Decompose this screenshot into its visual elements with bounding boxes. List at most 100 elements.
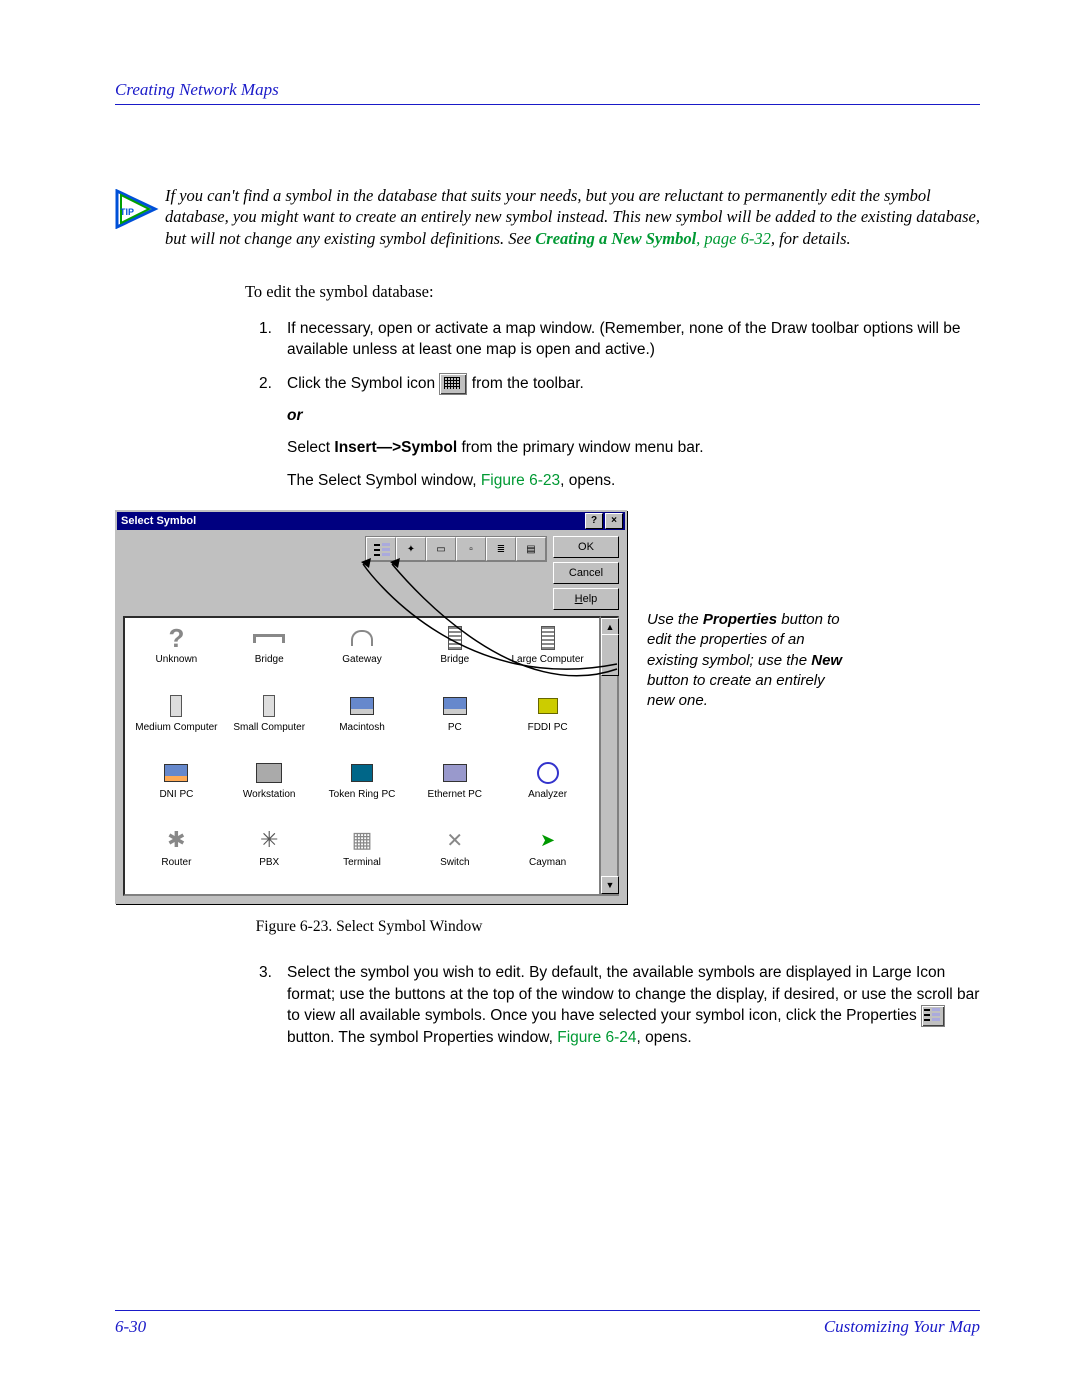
symbol-label: Ethernet PC [428,789,482,800]
symbol-glyph-icon [531,624,565,652]
help-button[interactable]: Help [553,588,619,610]
symbol-glyph-icon [345,692,379,720]
tip-text: If you can't find a symbol in the databa… [165,185,980,249]
page-header: Creating Network Maps [115,80,980,105]
symbol-glyph-icon [438,624,472,652]
fig-6-23-ref[interactable]: Figure 6-23 [481,472,560,489]
symbol-item[interactable]: Unknown [131,624,222,690]
side-note: Use the Properties button to edit the pr… [647,610,847,711]
intro-line: To edit the symbol database: [245,281,980,303]
tip-text-post: , for details. [771,229,851,248]
symbol-toolbar-icon [439,373,467,395]
symbol-label: Switch [440,857,469,868]
figure-caption: Figure 6-23. Select Symbol Window [115,918,623,936]
symbol-glyph-icon [531,759,565,787]
scroll-down-button[interactable]: ▼ [601,876,619,894]
symbol-label: Gateway [342,654,381,665]
symbol-glyph-icon [438,692,472,720]
view-list-button[interactable]: ≣ [486,537,516,561]
step-3c: , opens. [637,1029,692,1046]
sn-d: New [811,652,842,669]
step-2d-a: The Select Symbol window, [287,472,481,489]
close-titlebar-button[interactable]: × [605,513,623,529]
step-2: 2. Click the Symbol icon from the toolba… [259,373,980,492]
symbol-item[interactable]: Bridge [224,624,315,690]
symbol-label: FDDI PC [528,722,568,733]
symbol-item[interactable]: DNI PC [131,759,222,825]
symbol-item[interactable]: Analyzer [502,759,593,825]
symbol-label: Cayman [529,857,566,868]
symbol-glyph-icon [159,827,193,855]
page-number: 6-30 [115,1317,146,1337]
symbol-glyph-icon [438,827,472,855]
symbol-label: Terminal [343,857,381,868]
or-label: or [287,405,704,427]
symbol-item[interactable]: Macintosh [317,692,408,758]
select-symbol-window: Select Symbol ? × ✦ ▭ ▫ ≣ ▤ [115,510,627,904]
scroll-thumb[interactable] [601,634,619,676]
symbol-item[interactable]: Token Ring PC [317,759,408,825]
view-largeicon-button[interactable]: ▭ [426,537,456,561]
symbol-item[interactable]: Medium Computer [131,692,222,758]
step-2b: from the toolbar. [472,375,584,392]
symbol-glyph-icon [252,827,286,855]
symbol-item[interactable]: FDDI PC [502,692,593,758]
symbol-glyph-icon [345,624,379,652]
ok-button[interactable]: OK [553,536,619,558]
symbol-item[interactable]: Bridge [409,624,500,690]
view-details-button[interactable]: ▤ [516,537,546,561]
symbol-item[interactable]: Workstation [224,759,315,825]
symbol-item[interactable]: Switch [409,827,500,893]
help-titlebar-button[interactable]: ? [585,513,603,529]
symbol-item[interactable]: PBX [224,827,315,893]
step-2c-c: from the primary window menu bar. [457,439,703,456]
sn-e: button to create an entirely new one. [647,672,825,709]
symbol-label: Bridge [255,654,284,665]
step-1: 1. If necessary, open or activate a map … [259,318,980,361]
step-3-num: 3. [259,962,277,1049]
view-properties-button[interactable] [366,537,396,561]
symbol-item[interactable]: Large Computer [502,624,593,690]
symbol-glyph-icon [252,759,286,787]
step-2c-a: Select [287,439,334,456]
symbol-label: PC [448,722,462,733]
tip-badge: TIP [120,207,170,217]
symbol-label: Workstation [243,789,296,800]
view-smallicon-button[interactable]: ▫ [456,537,486,561]
window-title: Select Symbol [119,515,583,527]
symbol-label: Large Computer [511,654,583,665]
view-mode-buttons: ✦ ▭ ▫ ≣ ▤ [365,536,547,562]
symbol-label: PBX [259,857,279,868]
symbol-label: DNI PC [159,789,193,800]
symbol-item[interactable]: PC [409,692,500,758]
symbol-item[interactable]: Small Computer [224,692,315,758]
footer-section: Customizing Your Map [824,1317,980,1337]
symbol-grid[interactable]: Unknown Bridge Gateway Bridge Large Computer… [123,616,601,896]
symbol-glyph-icon [531,827,565,855]
symbol-item[interactable]: Ethernet PC [409,759,500,825]
symbol-label: Small Computer [233,722,305,733]
help-key: H [575,593,583,605]
titlebar[interactable]: Select Symbol ? × [117,512,625,530]
step-1-text: If necessary, open or activate a map win… [287,318,980,361]
symbol-label: Medium Computer [135,722,217,733]
symbol-label: Analyzer [528,789,567,800]
sn-b: Properties [703,611,777,628]
symbol-glyph-icon [252,692,286,720]
step-2c-menu: Insert—>Symbol [334,439,457,456]
symbol-item[interactable]: Gateway [317,624,408,690]
symbol-item[interactable]: Terminal [317,827,408,893]
tip-link[interactable]: Creating a New Symbol [535,229,696,248]
scrollbar[interactable]: ▲ ▼ [601,616,619,896]
view-new-button[interactable]: ✦ [396,537,426,561]
fig-6-24-ref[interactable]: Figure 6-24 [557,1029,636,1046]
step-2-num: 2. [259,373,277,492]
tip-block: TIP If you can't find a symbol in the da… [115,185,980,249]
symbol-label: Bridge [440,654,469,665]
symbol-glyph-icon [345,827,379,855]
step-3a: Select the symbol you wish to edit. By d… [287,964,979,1024]
cancel-button[interactable]: Cancel [553,562,619,584]
symbol-glyph-icon [159,759,193,787]
symbol-item[interactable]: Cayman [502,827,593,893]
symbol-item[interactable]: Router [131,827,222,893]
